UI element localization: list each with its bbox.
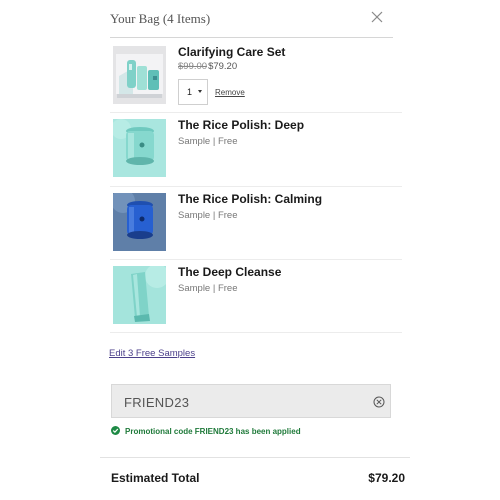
product-image-rice-polish-calming[interactable] [113, 193, 166, 251]
promo-code-field[interactable] [111, 384, 391, 418]
item-subtitle: Sample | Free [178, 136, 238, 147]
original-price: $99.00 [178, 61, 208, 72]
product-image-deep-cleanse[interactable] [113, 266, 166, 324]
product-image-rice-polish-deep[interactable] [113, 119, 166, 177]
remove-button[interactable]: Remove [215, 88, 245, 97]
estimated-total-label: Estimated Total [111, 471, 200, 485]
chevron-down-icon [198, 90, 202, 93]
quantity-value: 1 [187, 87, 193, 97]
item-name[interactable]: The Rice Polish: Calming [178, 192, 322, 206]
bag-header: Your Bag (4 Items) [110, 8, 393, 38]
promo-message-text: Promotional code FRIEND23 has been appli… [125, 427, 301, 436]
divider [100, 457, 410, 458]
item-price: $99.00$79.20 [178, 61, 237, 72]
item-subtitle: Sample | Free [178, 283, 238, 294]
edit-samples-link[interactable]: Edit 3 Free Samples [109, 348, 195, 359]
quantity-select[interactable]: 1 [178, 79, 208, 105]
item-name[interactable]: The Deep Cleanse [178, 265, 281, 279]
clear-circle-icon[interactable] [373, 396, 385, 408]
cart-item-clarifying-care-set: Clarifying Care Set $99.00$79.20 1 Remov… [110, 40, 402, 113]
check-circle-icon [111, 426, 120, 435]
cart-item-rice-polish-deep: The Rice Polish: Deep Sample | Free [110, 113, 402, 187]
bag-title: Your Bag (4 Items) [110, 11, 211, 26]
sale-price: $79.20 [208, 61, 238, 72]
promo-code-input[interactable] [124, 393, 354, 411]
cart-item-deep-cleanse: The Deep Cleanse Sample | Free [110, 260, 402, 333]
cart-item-rice-polish-calming: The Rice Polish: Calming Sample | Free [110, 187, 402, 260]
close-icon[interactable] [369, 9, 385, 25]
promo-success-message: Promotional code FRIEND23 has been appli… [111, 426, 301, 436]
estimated-total-value: $79.20 [368, 471, 405, 485]
item-name[interactable]: The Rice Polish: Deep [178, 118, 304, 132]
item-name[interactable]: Clarifying Care Set [178, 45, 285, 59]
product-image-care-set[interactable] [113, 46, 166, 104]
item-subtitle: Sample | Free [178, 210, 238, 221]
